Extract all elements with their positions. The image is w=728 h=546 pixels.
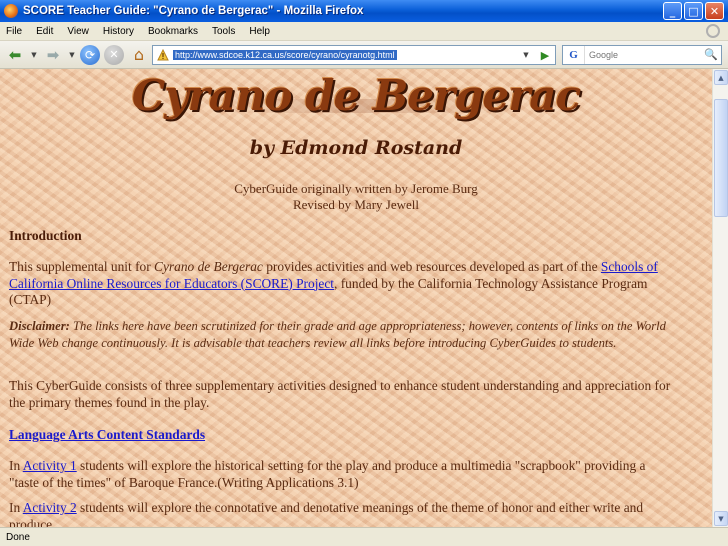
window-title-bar[interactable]: SCORE Teacher Guide: "Cyrano de Bergerac… bbox=[0, 0, 728, 22]
activity-2-link[interactable]: Activity 2 bbox=[23, 500, 77, 515]
menu-bookmarks[interactable]: Bookmarks bbox=[148, 26, 198, 37]
minimize-button[interactable]: _ bbox=[663, 2, 682, 20]
page-byline: by Edmond Rostand bbox=[249, 137, 463, 159]
overview-paragraph: This CyberGuide consists of three supple… bbox=[9, 378, 671, 410]
reload-button[interactable]: ⟳ bbox=[80, 44, 100, 65]
disclaimer-paragraph: Disclaimer: The links here have been scr… bbox=[9, 318, 675, 351]
forward-history-dropdown[interactable]: ▼ bbox=[68, 44, 76, 66]
menu-view[interactable]: View bbox=[67, 26, 89, 37]
activity-1-link[interactable]: Activity 1 bbox=[23, 458, 77, 473]
intro-paragraph: This supplemental unit for Cyrano de Ber… bbox=[9, 259, 675, 309]
back-history-dropdown[interactable]: ▼ bbox=[30, 44, 38, 66]
search-icon[interactable]: 🔍 bbox=[704, 48, 718, 61]
page-favicon-icon bbox=[156, 48, 170, 62]
scroll-thumb[interactable] bbox=[714, 99, 728, 217]
activity-2-paragraph: In Activity 2 students will explore the … bbox=[9, 500, 675, 527]
activity-1-text: students will explore the historical set… bbox=[9, 458, 646, 490]
url-history-dropdown[interactable]: ▼ bbox=[519, 46, 533, 64]
window-controls: _ □ ✕ bbox=[663, 2, 724, 20]
close-button[interactable]: ✕ bbox=[705, 2, 724, 20]
throbber-icon bbox=[706, 24, 720, 38]
scroll-up-button[interactable]: ▲ bbox=[714, 70, 728, 85]
activity-2-text: students will explore the connotative an… bbox=[9, 500, 644, 527]
search-box[interactable]: G 🔍 bbox=[562, 45, 722, 65]
window-title: SCORE Teacher Guide: "Cyrano de Bergerac… bbox=[23, 5, 364, 17]
menu-bar: File Edit View History Bookmarks Tools H… bbox=[0, 22, 728, 41]
go-button[interactable]: ▶ bbox=[537, 47, 553, 63]
stop-button[interactable]: ✕ bbox=[104, 44, 124, 65]
menu-edit[interactable]: Edit bbox=[36, 26, 53, 37]
forward-button[interactable]: ➡ bbox=[42, 44, 64, 66]
disclaimer-label: Disclaimer: bbox=[9, 319, 70, 333]
menu-history[interactable]: History bbox=[103, 26, 134, 37]
intro-text-start: This supplemental unit for bbox=[9, 259, 155, 274]
url-text[interactable]: http://www.sdcoe.k12.ca.us/score/cyrano/… bbox=[173, 50, 397, 60]
search-input[interactable] bbox=[585, 50, 695, 60]
activity-1-text-start: In bbox=[9, 458, 23, 473]
navigation-toolbar: ⬅ ▼ ➡ ▼ ⟳ ✕ ⌂ http://www.sdcoe.k12.ca.us… bbox=[0, 41, 728, 69]
introduction-heading: Introduction bbox=[9, 228, 82, 243]
scroll-down-button[interactable]: ▼ bbox=[714, 511, 728, 526]
play-title-italic: Cyrano de Bergerac bbox=[154, 259, 263, 274]
firefox-icon bbox=[4, 4, 18, 18]
vertical-scrollbar[interactable]: ▲ ▼ bbox=[712, 69, 728, 527]
disclaimer-text: The links here have been scrutinized for… bbox=[9, 319, 666, 350]
content-standards-link[interactable]: Language Arts Content Standards bbox=[9, 427, 205, 442]
activity-1-paragraph: In Activity 1 students will explore the … bbox=[9, 458, 675, 491]
activity-2-text-start: In bbox=[9, 500, 23, 515]
menu-help[interactable]: Help bbox=[249, 26, 270, 37]
page-content: Cyrano de Bergerac by Edmond Rostand Cyb… bbox=[0, 69, 712, 527]
address-bar[interactable]: http://www.sdcoe.k12.ca.us/score/cyrano/… bbox=[152, 45, 556, 65]
menu-tools[interactable]: Tools bbox=[212, 26, 235, 37]
search-engine-icon[interactable]: G bbox=[563, 46, 585, 64]
page-title: Cyrano de Bergerac bbox=[131, 71, 581, 120]
status-bar: Done bbox=[0, 527, 728, 546]
intro-text-middle: provides activities and web resources de… bbox=[262, 259, 601, 274]
standards-heading: Language Arts Content Standards bbox=[9, 427, 675, 444]
credit-author: CyberGuide originally written by Jerome … bbox=[234, 181, 478, 196]
credit-reviser: Revised by Mary Jewell bbox=[292, 197, 419, 212]
home-button[interactable]: ⌂ bbox=[128, 44, 150, 66]
maximize-button[interactable]: □ bbox=[684, 2, 703, 20]
status-text: Done bbox=[6, 531, 30, 543]
back-button[interactable]: ⬅ bbox=[4, 44, 26, 66]
menu-file[interactable]: File bbox=[6, 26, 22, 37]
